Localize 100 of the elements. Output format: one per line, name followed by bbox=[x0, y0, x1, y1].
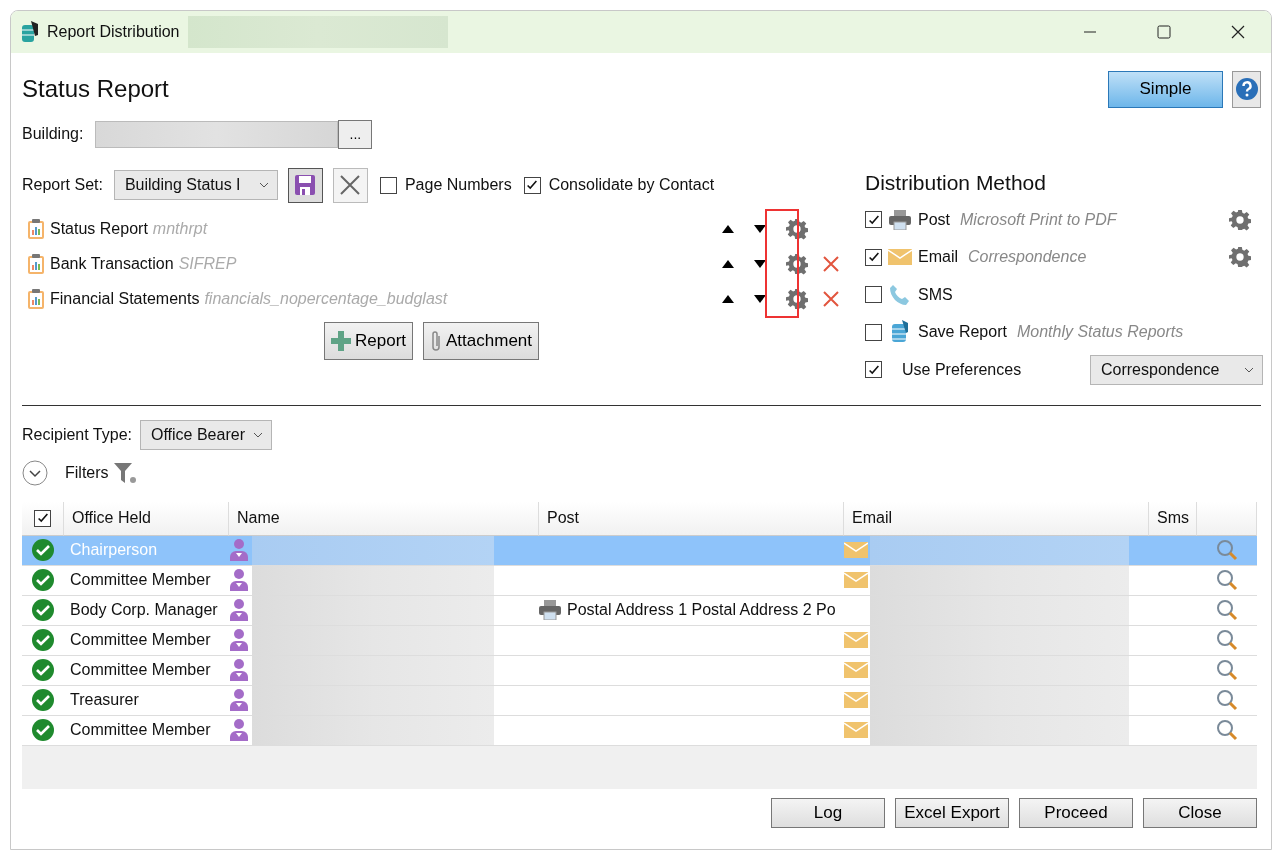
column-header[interactable]: Name bbox=[229, 501, 539, 536]
column-header[interactable]: Office Held bbox=[64, 501, 229, 536]
column-header[interactable]: Email bbox=[844, 501, 1149, 536]
dialog-button[interactable]: Proceed bbox=[1019, 797, 1133, 828]
report-name: Status Report bbox=[50, 219, 148, 238]
report-name: Financial Statements bbox=[50, 289, 200, 308]
caret-icon bbox=[252, 431, 263, 438]
add-attachment-button[interactable]: Attachment bbox=[423, 322, 540, 360]
paperclip-icon bbox=[430, 330, 443, 352]
page-title: Status Report bbox=[22, 75, 169, 103]
check-circle-icon bbox=[32, 659, 54, 681]
move-up-icon[interactable] bbox=[722, 294, 734, 303]
save-button[interactable] bbox=[287, 167, 323, 203]
expand-icon[interactable] bbox=[22, 459, 48, 486]
search-icon[interactable] bbox=[1216, 719, 1238, 741]
gear-icon[interactable] bbox=[786, 287, 808, 310]
table-cell: Committee Member bbox=[64, 655, 229, 686]
person-icon bbox=[229, 659, 249, 681]
report-name: Bank Transaction bbox=[50, 254, 174, 273]
checkbox-label: Use Preferences bbox=[902, 360, 1022, 379]
dropdown[interactable]: Building Status I bbox=[113, 170, 278, 200]
move-down-icon[interactable] bbox=[754, 224, 766, 233]
checkbox[interactable] bbox=[379, 176, 397, 194]
report-code: financials_nopercentage_budglast bbox=[204, 289, 448, 308]
window-title: Report Distribution bbox=[47, 23, 180, 41]
check-circle-icon bbox=[32, 689, 54, 711]
table-cell: Treasurer bbox=[64, 685, 229, 716]
report-icon bbox=[27, 217, 45, 240]
field-label: Recipient Type: bbox=[22, 425, 132, 444]
maximize-icon[interactable] bbox=[1157, 25, 1171, 39]
checkbox-label: Consolidate by Contact bbox=[548, 176, 715, 194]
check-circle-icon bbox=[32, 719, 54, 741]
close-icon[interactable] bbox=[1231, 25, 1245, 39]
method-label: Post bbox=[918, 210, 950, 229]
move-down-icon[interactable] bbox=[754, 294, 766, 303]
delete-button[interactable] bbox=[332, 167, 368, 203]
browse-button[interactable]: ... bbox=[338, 119, 373, 149]
gear-icon[interactable] bbox=[1229, 246, 1251, 269]
person-icon bbox=[229, 689, 249, 711]
help-button[interactable] bbox=[1232, 70, 1261, 108]
section-title: Distribution Method bbox=[865, 170, 1047, 196]
search-icon[interactable] bbox=[1216, 629, 1238, 651]
building-field[interactable] bbox=[95, 120, 339, 148]
method-label: Email bbox=[918, 248, 958, 267]
gear-icon[interactable] bbox=[786, 252, 808, 275]
checkbox[interactable] bbox=[865, 323, 882, 341]
dropdown[interactable]: Correspondence bbox=[1090, 354, 1263, 385]
dialog-button[interactable]: Close bbox=[1143, 797, 1257, 828]
checkbox[interactable] bbox=[865, 286, 882, 304]
envelope-icon bbox=[888, 249, 912, 266]
caret-icon bbox=[1244, 366, 1254, 373]
gear-icon[interactable] bbox=[1229, 208, 1251, 231]
method-label: SMS bbox=[918, 285, 953, 304]
dropdown[interactable]: Office Bearer bbox=[140, 419, 272, 450]
gear-icon[interactable] bbox=[786, 217, 808, 240]
search-icon[interactable] bbox=[1216, 569, 1238, 591]
post-address: Postal Address 1 Postal Address 2 Po bbox=[567, 601, 836, 619]
table-cell: Body Corp. Manager bbox=[64, 595, 229, 626]
column-header[interactable]: Post bbox=[539, 501, 844, 536]
filter-icon[interactable] bbox=[112, 460, 137, 485]
dialog-button[interactable]: Excel Export bbox=[895, 797, 1009, 828]
move-down-icon[interactable] bbox=[754, 259, 766, 268]
search-icon[interactable] bbox=[1216, 659, 1238, 681]
simple-button[interactable]: Simple bbox=[1108, 70, 1223, 108]
checkbox-label: Page Numbers bbox=[404, 176, 512, 194]
search-icon[interactable] bbox=[1216, 689, 1238, 711]
envelope-icon bbox=[844, 722, 868, 738]
envelope-icon bbox=[844, 632, 868, 648]
app-icon bbox=[21, 21, 39, 43]
column-header[interactable] bbox=[22, 501, 64, 536]
table-cell: Chairperson bbox=[64, 535, 229, 566]
checkbox[interactable] bbox=[523, 176, 541, 194]
method-detail: Correspondence bbox=[968, 248, 1087, 267]
person-icon bbox=[229, 539, 249, 561]
method-detail: Monthly Status Reports bbox=[1016, 323, 1184, 342]
add-report-button[interactable]: Report bbox=[324, 322, 414, 360]
filters-label: Filters bbox=[65, 463, 109, 482]
search-icon[interactable] bbox=[1216, 599, 1238, 621]
report-icon bbox=[27, 252, 45, 275]
envelope-icon bbox=[844, 542, 868, 558]
move-up-icon[interactable] bbox=[722, 224, 734, 233]
move-up-icon[interactable] bbox=[722, 259, 734, 268]
field-label: Building: bbox=[22, 125, 84, 143]
check-circle-icon bbox=[32, 599, 54, 621]
checkbox[interactable] bbox=[865, 248, 882, 266]
envelope-icon bbox=[844, 572, 868, 588]
table-cell: Committee Member bbox=[64, 625, 229, 656]
database-icon bbox=[890, 320, 910, 345]
envelope-icon bbox=[844, 662, 868, 678]
check-circle-icon bbox=[32, 569, 54, 591]
caret-icon bbox=[258, 182, 269, 188]
checkbox[interactable] bbox=[865, 211, 882, 229]
column-header[interactable]: Sms bbox=[1149, 501, 1197, 536]
checkbox[interactable] bbox=[865, 361, 882, 379]
report-code: SIFREP bbox=[178, 254, 237, 273]
remove-icon[interactable] bbox=[822, 289, 840, 308]
checkbox[interactable] bbox=[34, 509, 51, 527]
remove-icon[interactable] bbox=[822, 254, 840, 273]
dialog-button[interactable]: Log bbox=[771, 797, 885, 828]
person-icon bbox=[229, 629, 249, 651]
